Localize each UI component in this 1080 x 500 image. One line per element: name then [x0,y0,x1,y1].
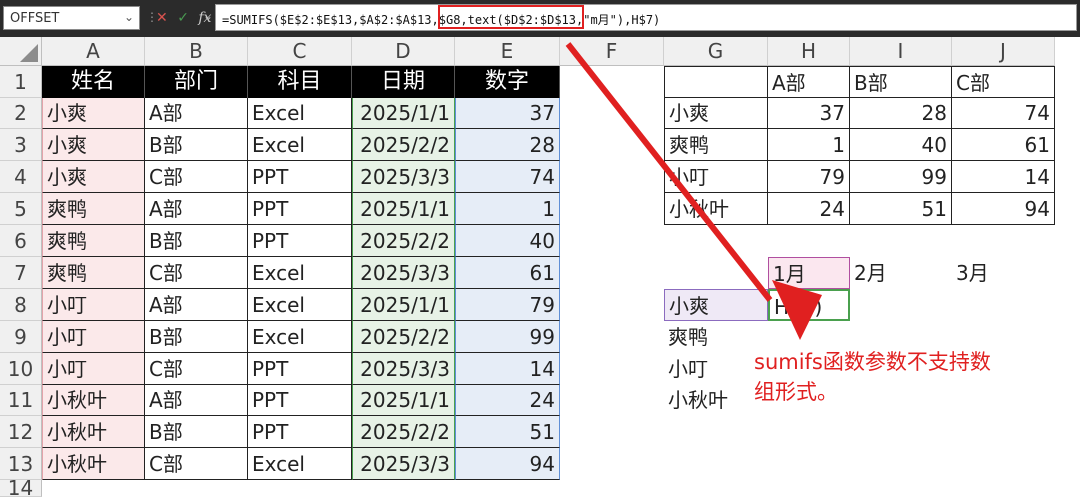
annotation-text: sumifs函数参数不支持数组形式。 [754,350,991,404]
annotation-arrow [565,42,822,340]
arrow-head [772,280,822,340]
